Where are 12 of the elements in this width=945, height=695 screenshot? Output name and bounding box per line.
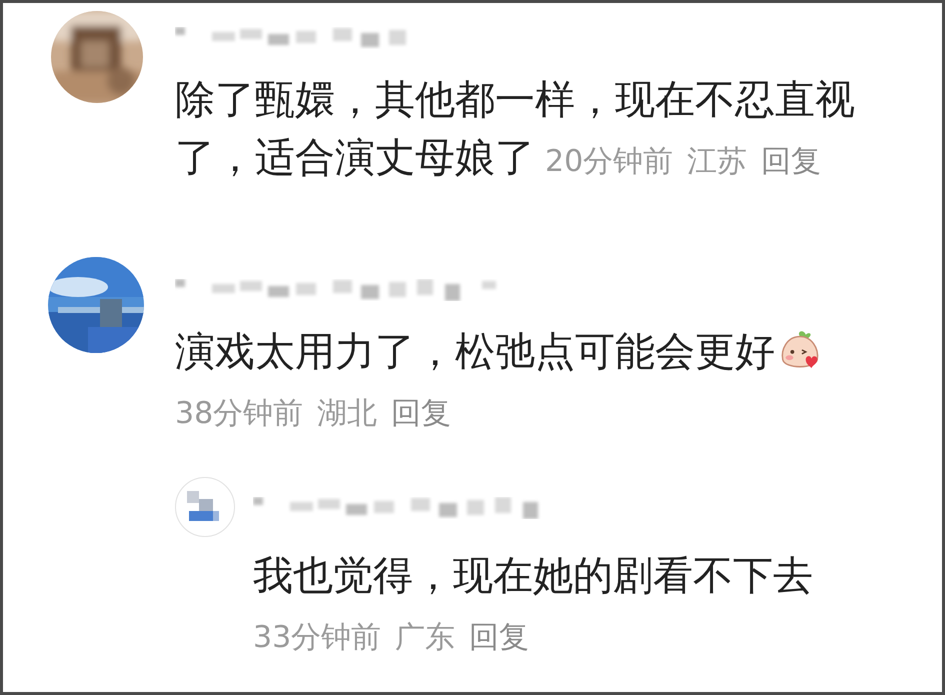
comment-location: 湖北 — [317, 395, 378, 433]
comment-location: 江苏 — [687, 143, 748, 181]
reply-link[interactable]: 回复 — [761, 142, 822, 182]
comment-text: 演戏太用力了，松弛点可能会更好 — [175, 323, 855, 381]
comment-text: 除了甄嬛，其他都一样，现在不忍直视了，适合演丈母娘了 20分钟前 江苏 回复 — [175, 76, 856, 184]
comment-time: 20分钟前 — [545, 143, 674, 181]
reply-link[interactable]: 回复 — [469, 613, 530, 663]
comment-text: 我也觉得，现在她的剧看不下去 — [253, 552, 814, 601]
comment-time: 33分钟前 — [253, 619, 382, 657]
reply-link[interactable]: 回复 — [391, 389, 452, 439]
comment-time: 38分钟前 — [175, 395, 304, 433]
comment-location: 广东 — [395, 619, 456, 657]
